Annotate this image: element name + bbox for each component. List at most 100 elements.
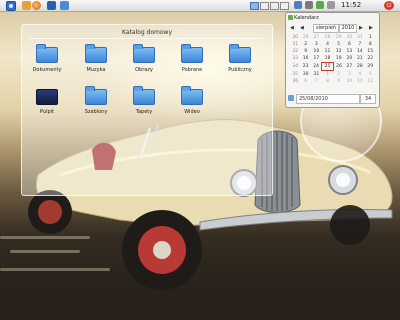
calendar-day[interactable]: 11 — [322, 48, 333, 55]
calendar-day[interactable]: 26 — [333, 63, 344, 71]
folder-item-muzyka[interactable]: Muzyka — [74, 44, 118, 73]
calendar-day[interactable]: 20 — [344, 55, 354, 63]
web-browser-launcher-icon[interactable] — [32, 1, 41, 10]
date-input[interactable]: 25/08/2010 — [296, 94, 360, 104]
terminal-launcher-icon[interactable] — [47, 1, 56, 10]
calendar-day[interactable]: 27 — [344, 63, 354, 71]
week-number: 30 — [292, 35, 299, 40]
battery-icon[interactable] — [316, 1, 324, 9]
calendar-day[interactable]: 6 — [300, 78, 310, 85]
calendar-day[interactable]: 13 — [344, 48, 354, 55]
calendar-day[interactable]: 23 — [300, 63, 310, 71]
calendar-day[interactable]: 26 — [300, 34, 310, 41]
calendar-day[interactable]: 12 — [365, 78, 375, 85]
folder-item-dokumenty[interactable]: Dokumenty — [25, 44, 69, 73]
calendar-day[interactable]: 7 — [355, 41, 365, 48]
week-number: 32 — [292, 49, 299, 54]
calendar-day[interactable]: 11 — [355, 78, 365, 85]
desktop-pager-1[interactable] — [250, 2, 259, 10]
volume-icon[interactable] — [305, 1, 313, 9]
month-selector[interactable]: sierpień — [313, 24, 339, 33]
calendar-week-row: 34 23 24 25 26 27 28 29 — [290, 62, 376, 71]
next-year-button[interactable]: ▶ — [359, 25, 363, 31]
folder-item-pulpit[interactable]: Pulpit — [25, 89, 69, 115]
mail-launcher-icon[interactable] — [60, 1, 69, 10]
calendar-day[interactable]: 5 — [333, 41, 344, 48]
calendar-day[interactable]: 10 — [311, 48, 322, 55]
calendar-week-row: 32 9 10 11 12 13 14 15 — [290, 48, 376, 55]
folder-view-widget[interactable]: Katalog domowy Dokumenty Muzyka Obrazy P… — [21, 24, 273, 196]
calendar-day[interactable]: 18 — [322, 55, 333, 63]
next-month-button[interactable]: ▶ — [369, 25, 373, 31]
calendar-day[interactable]: 15 — [365, 48, 375, 55]
calendar-day[interactable]: 9 — [300, 48, 310, 55]
desktop-pager-3[interactable] — [270, 2, 279, 10]
folder-item-pobrane[interactable]: Pobrane — [170, 44, 214, 73]
folder-item-tapety[interactable]: Tapety — [122, 86, 166, 115]
calendar-week-row: 33 16 17 18 19 20 21 22 — [290, 55, 376, 63]
network-icon[interactable] — [294, 1, 302, 9]
calendar-day[interactable]: 6 — [344, 41, 354, 48]
calendar-day[interactable]: 24 — [311, 63, 322, 71]
calendar-popup[interactable]: Kalendarz ◀ ◀ sierpień 2010 ▶ ▶ 30 26 27… — [285, 12, 380, 108]
desktop-pager-2[interactable] — [260, 2, 269, 10]
calendar-day[interactable]: 5 — [365, 71, 375, 79]
jump-to-today-icon[interactable] — [288, 95, 294, 101]
year-selector[interactable]: 2010 — [339, 24, 357, 33]
previous-year-button[interactable]: ◀ — [300, 25, 304, 31]
calendar-day[interactable]: 1 — [365, 34, 375, 41]
folder-icon — [229, 44, 251, 63]
kde-menu-launcher-button[interactable] — [6, 1, 16, 11]
calendar-day[interactable]: 31 — [355, 34, 365, 41]
calendar-day[interactable]: 7 — [311, 78, 322, 85]
folder-icon — [36, 44, 58, 63]
calendar-day[interactable]: 17 — [311, 55, 322, 63]
calendar-day[interactable]: 3 — [344, 71, 354, 79]
calendar-day[interactable]: 30 — [300, 71, 310, 79]
calendar-day[interactable]: 10 — [344, 78, 354, 85]
calendar-day[interactable]: 4 — [355, 71, 365, 79]
calendar-day[interactable]: 19 — [333, 55, 344, 63]
calendar-week-row: 35 30 31 1 2 3 4 5 — [290, 71, 376, 79]
power-icon[interactable]: ⏻ — [384, 1, 394, 10]
calendar-day[interactable]: 27 — [311, 34, 322, 41]
calendar-day[interactable]: 22 — [365, 55, 375, 63]
calendar-day[interactable]: 29 — [365, 63, 375, 71]
calendar-day[interactable]: 28 — [322, 34, 333, 41]
calendar-week-row: 30 26 27 28 29 30 31 1 — [290, 34, 376, 41]
calendar-day[interactable]: 8 — [365, 41, 375, 48]
folder-item-label: Wideo — [184, 109, 200, 115]
folder-item-wideo[interactable]: Wideo — [170, 86, 214, 115]
calendar-day[interactable]: 30 — [344, 34, 354, 41]
calendar-day[interactable]: 3 — [311, 41, 322, 48]
calendar-day[interactable]: 28 — [355, 63, 365, 71]
calendar-day[interactable]: 1 — [322, 71, 333, 79]
week-number: 31 — [292, 42, 299, 47]
calendar-day[interactable]: 8 — [322, 78, 333, 85]
previous-month-button[interactable]: ◀ — [290, 25, 294, 31]
calendar-day[interactable]: 31 — [311, 71, 322, 79]
panel-clock[interactable]: 11:52 — [341, 0, 361, 11]
calendar-day[interactable]: 4 — [322, 41, 333, 48]
desktop-pager-4[interactable] — [280, 2, 289, 10]
week-number-selector[interactable]: 34 — [360, 94, 376, 104]
folder-item-label: Szablony — [84, 109, 108, 115]
calendar-day[interactable]: 2 — [300, 41, 310, 48]
notifications-icon[interactable] — [327, 1, 335, 9]
calendar-day[interactable]: 21 — [355, 55, 365, 63]
folder-icon — [133, 86, 155, 105]
calendar-day-today[interactable]: 25 — [321, 62, 334, 71]
folder-item-label: Tapety — [135, 109, 153, 115]
calendar-day[interactable]: 16 — [300, 55, 310, 63]
folder-item-szablony[interactable]: Szablony — [74, 86, 118, 115]
folder-item-publiczny[interactable]: Publiczny — [218, 44, 262, 73]
file-manager-launcher-icon[interactable] — [22, 1, 31, 10]
folder-item-label: Pulpit — [39, 109, 54, 115]
calendar-day[interactable]: 9 — [333, 78, 344, 85]
calendar-day[interactable]: 14 — [355, 48, 365, 55]
calendar-day[interactable]: 12 — [333, 48, 344, 55]
calendar-day[interactable]: 29 — [333, 34, 344, 41]
calendar-grid: 30 26 27 28 29 30 31 1 31 2 3 4 5 6 7 8 … — [290, 34, 376, 85]
folder-item-obrazy[interactable]: Obrazy — [122, 44, 166, 73]
calendar-day[interactable]: 2 — [333, 71, 344, 79]
